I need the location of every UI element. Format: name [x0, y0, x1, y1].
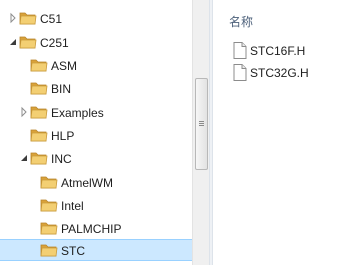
tree-item-atmelwm[interactable]: AtmelWM	[0, 172, 192, 194]
chevron-right-icon[interactable]	[8, 12, 18, 24]
column-header-name[interactable]: 名称	[229, 13, 253, 30]
tree-item-label: STC	[61, 244, 85, 258]
folder-icon	[40, 220, 58, 236]
tree-item-label: Intel	[61, 199, 84, 213]
tree-item-label: PALMCHIP	[61, 222, 122, 236]
folder-icon	[30, 80, 48, 96]
tree-item-bin[interactable]: BIN	[0, 78, 192, 100]
folder-icon	[30, 127, 48, 143]
folder-icon	[30, 104, 48, 120]
triangle-down-icon[interactable]	[19, 152, 29, 164]
tree-item-hlp[interactable]: HLP	[0, 125, 192, 147]
folder-icon	[40, 174, 58, 190]
file-list-pane: 名称 STC16F.H STC32G.H	[213, 0, 348, 265]
folder-icon	[40, 197, 58, 213]
document-icon	[233, 64, 247, 84]
folder-icon	[19, 10, 37, 26]
grip-line	[199, 125, 204, 126]
tree-item-label: C251	[40, 36, 69, 50]
tree-item-stc[interactable]: STC	[0, 239, 192, 261]
folder-icon	[30, 57, 48, 73]
tree-item-c51[interactable]: C51	[0, 8, 192, 30]
tree-item-asm[interactable]: ASM	[0, 55, 192, 77]
tree-item-label: ASM	[51, 59, 78, 73]
tree-item-inc[interactable]: INC	[0, 148, 192, 170]
grip-line	[199, 123, 204, 124]
triangle-down-icon[interactable]	[8, 36, 18, 48]
tree-item-intel[interactable]: Intel	[0, 195, 192, 217]
folder-icon	[19, 34, 37, 50]
tree-item-label: INC	[51, 152, 72, 166]
tree-item-label: BIN	[51, 82, 72, 96]
scrollbar-thumb[interactable]	[195, 78, 208, 170]
tree-item-c251[interactable]: C251	[0, 32, 192, 54]
tree-scrollbar[interactable]	[192, 0, 209, 265]
chevron-right-icon[interactable]	[19, 106, 29, 118]
document-icon	[233, 42, 247, 62]
tree-item-label: Examples	[51, 106, 104, 120]
file-item-stc16f[interactable]: STC16F.H	[233, 42, 343, 60]
file-name: STC16F.H	[250, 44, 306, 58]
file-item-stc32g[interactable]: STC32G.H	[233, 64, 343, 82]
folder-icon	[30, 150, 48, 166]
file-name: STC32G.H	[250, 66, 309, 80]
tree-item-label: AtmelWM	[61, 176, 113, 190]
tree-item-label: HLP	[51, 129, 75, 143]
tree-item-label: C51	[40, 12, 63, 26]
folder-tree: C51 C251 ASM BIN Examples HLP INC AtmelW…	[0, 0, 192, 265]
grip-line	[199, 121, 204, 122]
tree-item-examples[interactable]: Examples	[0, 102, 192, 124]
tree-item-palmchip[interactable]: PALMCHIP	[0, 218, 192, 240]
folder-icon	[40, 242, 58, 258]
